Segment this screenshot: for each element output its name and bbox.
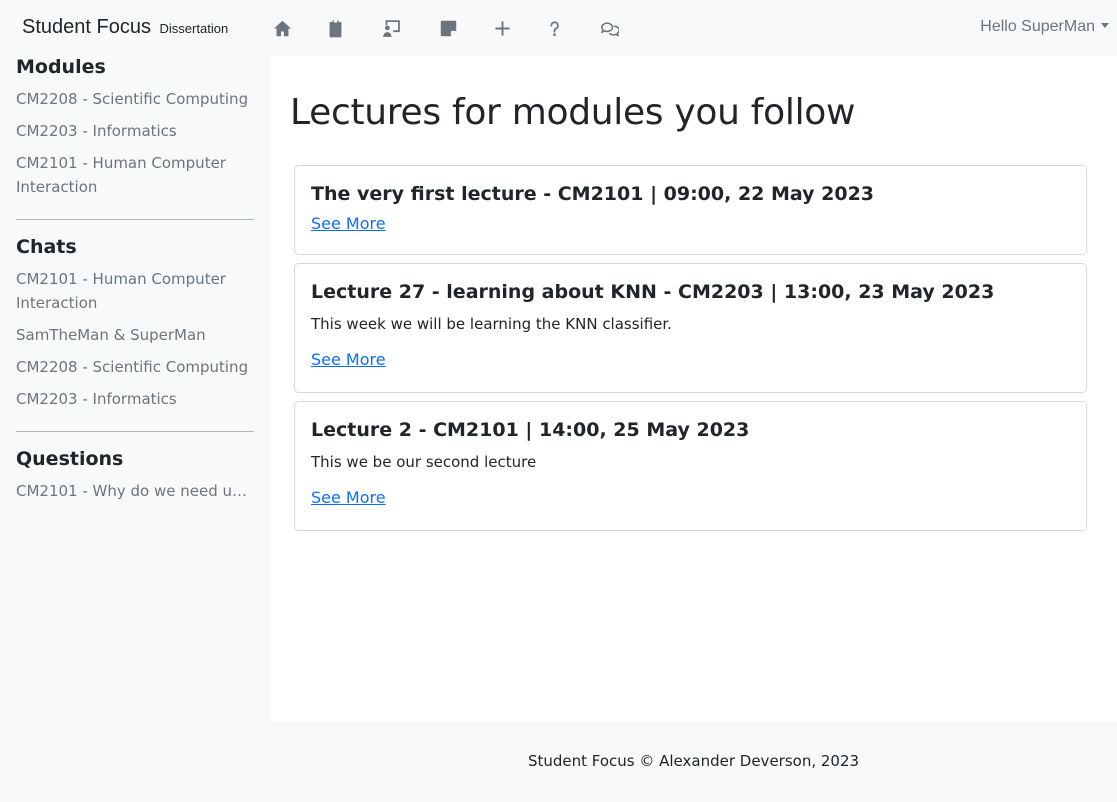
- user-greeting: Hello SuperMan: [980, 18, 1095, 35]
- clipboard-icon[interactable]: [321, 14, 349, 42]
- navbar: Student Focus Dissertation Hello SuperMa…: [0, 0, 1117, 56]
- footer-text: Student Focus © Alexander Deverson, 2023: [527, 752, 860, 770]
- main-content: Lectures for modules you follow The very…: [270, 56, 1117, 722]
- lecture-title: Lecture 27 - learning about KNN - CM2203…: [311, 281, 995, 303]
- lecture-card: Lecture 2 - CM2101 | 14:00, 25 May 2023 …: [294, 401, 1087, 531]
- sidebar-item-chat[interactable]: CM2208 - Scientific Computing: [16, 355, 254, 379]
- user-menu-dropdown[interactable]: Hello SuperMan: [980, 18, 1109, 36]
- chats-icon[interactable]: [595, 14, 623, 42]
- see-more-link[interactable]: See More: [311, 349, 386, 371]
- modules-heading: Modules: [16, 56, 106, 78]
- chevron-down-icon: [1101, 23, 1109, 28]
- home-icon[interactable]: [268, 14, 296, 42]
- brand-title: Student Focus: [22, 16, 151, 38]
- sticky-note-icon[interactable]: [434, 14, 462, 42]
- sidebar-item-chat[interactable]: CM2203 - Informatics: [16, 387, 254, 411]
- lecture-title: The very first lecture - CM2101 | 09:00,…: [311, 183, 875, 205]
- footer: Student Focus © Alexander Deverson, 2023: [270, 722, 1117, 802]
- lecture-board-icon[interactable]: [377, 14, 405, 42]
- sidebar-item-question[interactable]: CM2101 - Why do we need use...: [16, 479, 254, 503]
- sidebar-item-module[interactable]: CM2101 - Human Computer Interaction: [16, 151, 254, 199]
- brand[interactable]: Student Focus Dissertation: [22, 16, 228, 39]
- questions-heading: Questions: [16, 448, 124, 470]
- sidebar-item-chat[interactable]: SamTheMan & SuperMan: [16, 323, 254, 347]
- brand-subtitle: Dissertation: [159, 21, 229, 36]
- chats-heading: Chats: [16, 236, 77, 258]
- see-more-link[interactable]: See More: [311, 487, 386, 509]
- plus-icon[interactable]: [488, 14, 516, 42]
- lecture-card: The very first lecture - CM2101 | 09:00,…: [294, 165, 1087, 255]
- page-title: Lectures for modules you follow: [290, 92, 856, 133]
- sidebar-item-module[interactable]: CM2203 - Informatics: [16, 119, 254, 143]
- question-icon[interactable]: [540, 14, 568, 42]
- sidebar: Modules CM2208 - Scientific Computing CM…: [16, 56, 254, 511]
- sidebar-divider: [16, 431, 254, 432]
- lecture-title: Lecture 2 - CM2101 | 14:00, 25 May 2023: [311, 419, 750, 441]
- lecture-description: This we be our second lecture: [311, 453, 537, 471]
- see-more-link[interactable]: See More: [311, 213, 386, 235]
- lecture-card: Lecture 27 - learning about KNN - CM2203…: [294, 263, 1087, 393]
- sidebar-item-module[interactable]: CM2208 - Scientific Computing: [16, 87, 254, 111]
- lecture-description: This week we will be learning the KNN cl…: [311, 315, 672, 333]
- sidebar-item-chat[interactable]: CM2101 - Human Computer Interaction: [16, 267, 254, 315]
- sidebar-divider: [16, 219, 254, 220]
